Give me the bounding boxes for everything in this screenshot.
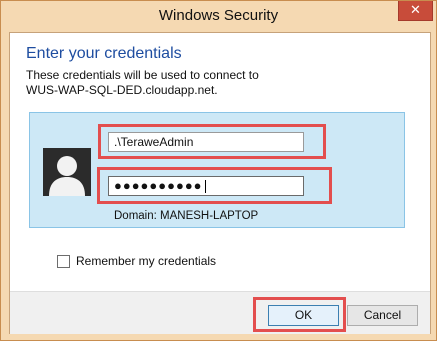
- description-line-1: These credentials will be used to connec…: [26, 68, 259, 82]
- credential-tile: .\TeraweAdmin ●●●●●●●●●● Domain: MANESH-…: [29, 112, 405, 228]
- user-silhouette-icon: [43, 148, 91, 196]
- username-value: .\TeraweAdmin: [114, 135, 194, 149]
- description-line-2: WUS-WAP-SQL-DED.cloudapp.net.: [26, 83, 218, 97]
- dialog-footer: OK Cancel: [10, 291, 430, 334]
- username-input[interactable]: .\TeraweAdmin: [108, 132, 304, 152]
- password-value: ●●●●●●●●●●: [114, 178, 203, 193]
- cancel-button[interactable]: Cancel: [347, 305, 418, 326]
- password-input[interactable]: ●●●●●●●●●●: [108, 176, 304, 196]
- credentials-dialog-window: Windows Security ✕ Enter your credential…: [0, 0, 437, 341]
- close-button[interactable]: ✕: [398, 1, 433, 21]
- remember-label: Remember my credentials: [76, 254, 217, 268]
- remember-checkbox[interactable]: [57, 254, 70, 268]
- dialog-heading: Enter your credentials: [26, 45, 182, 62]
- dialog-description: These credentials will be used to connec…: [26, 68, 259, 98]
- remember-credentials-option[interactable]: Remember my credentials: [57, 254, 216, 268]
- title-bar: Windows Security ✕: [1, 1, 436, 32]
- domain-label: Domain: MANESH-LAPTOP: [114, 210, 259, 222]
- dialog-body: Enter your credentials These credentials…: [9, 32, 431, 334]
- text-cursor: [204, 180, 206, 194]
- close-icon: ✕: [410, 2, 421, 17]
- window-title: Windows Security: [158, 7, 279, 24]
- ok-button[interactable]: OK: [268, 305, 339, 326]
